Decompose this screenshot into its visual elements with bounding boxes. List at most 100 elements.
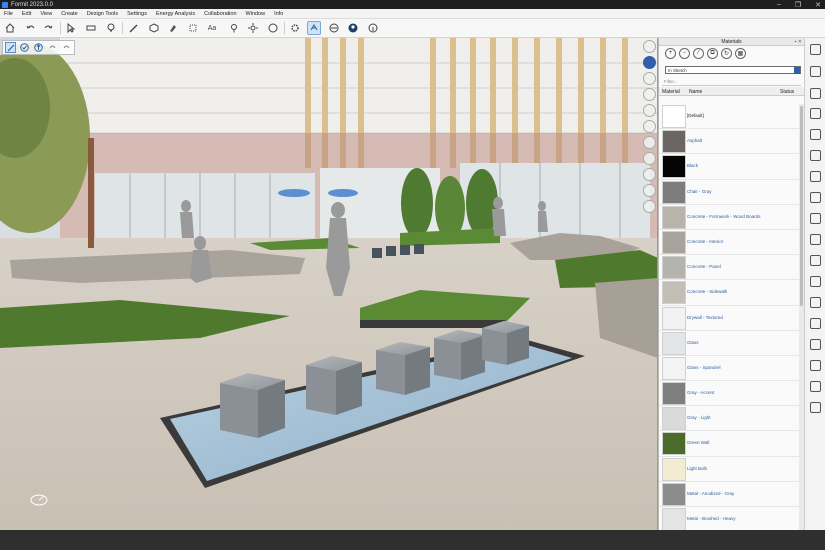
material-row[interactable]: Chair - Gray — [659, 180, 799, 205]
remove-material-icon[interactable]: − — [679, 47, 690, 59]
home-icon[interactable] — [3, 21, 17, 35]
menu-view[interactable]: View — [40, 11, 52, 17]
material-row[interactable]: Gray - Accent — [659, 381, 799, 407]
scenes-icon[interactable] — [810, 108, 821, 119]
help-icon[interactable] — [810, 381, 821, 392]
share-panel-icon[interactable] — [810, 339, 821, 350]
sketch-icon[interactable] — [810, 297, 821, 308]
col-status[interactable]: Status — [780, 89, 794, 95]
3d-viewport[interactable] — [0, 38, 658, 530]
materials-icon[interactable] — [810, 88, 821, 99]
up-arrow-circle-icon[interactable] — [33, 42, 44, 53]
user-icon[interactable] — [346, 21, 360, 35]
menu-settings[interactable]: Settings — [127, 11, 147, 17]
minimize-button[interactable]: – — [777, 1, 781, 8]
material-row[interactable]: [Default] — [659, 104, 799, 130]
properties-icon[interactable] — [810, 44, 821, 55]
viewport-redo-icon[interactable] — [61, 42, 72, 53]
cube-icon[interactable] — [147, 21, 161, 35]
paint-icon[interactable] — [166, 21, 180, 35]
render-icon[interactable] — [266, 21, 280, 35]
dynamo-icon[interactable] — [810, 192, 821, 203]
check-circle-icon[interactable] — [19, 42, 30, 53]
measure-icon[interactable] — [84, 21, 98, 35]
sun-icon[interactable] — [246, 21, 260, 35]
menu-window[interactable]: Window — [246, 11, 266, 17]
pan-nav-icon[interactable] — [642, 152, 656, 165]
menu-file[interactable]: File — [4, 11, 13, 17]
material-row[interactable]: Glass — [659, 331, 799, 356]
visual-styles-icon[interactable] — [810, 150, 821, 161]
material-row[interactable]: Concrete - Interior — [659, 230, 799, 256]
section-icon[interactable] — [186, 21, 200, 35]
undo-icon[interactable] — [24, 21, 38, 35]
zoom-fit-icon[interactable] — [642, 200, 656, 213]
layers-nav-icon[interactable] — [642, 88, 656, 101]
scene-nav-icon[interactable] — [642, 120, 656, 133]
text-icon[interactable]: Aa — [205, 21, 219, 35]
duplicate-material-icon[interactable]: ⧉ — [707, 47, 718, 59]
filter-input[interactable]: Filter... — [662, 78, 801, 86]
material-row[interactable]: Asphalt — [659, 129, 799, 155]
material-row[interactable]: Glass - Spandrel — [659, 356, 799, 382]
menu-energy-analysis[interactable]: Energy Analysis — [156, 11, 195, 17]
zoom-in-icon[interactable] — [642, 168, 656, 181]
select-icon[interactable] — [64, 21, 78, 35]
maximize-button[interactable]: ❐ — [795, 1, 801, 9]
material-row[interactable]: Concrete - Panel — [659, 255, 799, 281]
layers-icon[interactable] — [810, 66, 821, 77]
content-library-icon[interactable] — [810, 171, 821, 182]
material-row[interactable]: Metal - Brushed - Heavy — [659, 507, 799, 530]
refresh-icon[interactable]: ↻ — [721, 47, 732, 59]
info-icon[interactable] — [366, 21, 380, 35]
menu-design-tools[interactable]: Design Tools — [87, 11, 118, 17]
info-nav-icon[interactable] — [642, 56, 656, 69]
settings-icon[interactable] — [288, 21, 302, 35]
col-material[interactable]: Material — [662, 89, 680, 95]
menu-info[interactable]: Info — [274, 11, 283, 17]
panel-pin-icon[interactable]: ▪ ✕ — [795, 38, 802, 46]
library-icon[interactable]: ▦ — [735, 47, 746, 59]
material-row[interactable]: Concrete - Formwork - Wood Boards — [659, 205, 799, 230]
plugins-icon[interactable] — [810, 255, 821, 266]
view-nav-icon[interactable] — [642, 104, 656, 117]
pencil-icon[interactable] — [127, 21, 141, 35]
export-icon[interactable] — [810, 318, 821, 329]
levels-icon[interactable] — [810, 234, 821, 245]
material-row[interactable]: Black — [659, 154, 799, 180]
material-row[interactable]: Green Wall — [659, 431, 799, 457]
eyedropper-icon[interactable]: ⁄ — [693, 47, 704, 59]
notes-icon[interactable] — [810, 402, 821, 413]
cube-nav-icon[interactable] — [642, 72, 656, 85]
material-swatch — [662, 155, 686, 179]
viewport-undo-icon[interactable] — [47, 42, 58, 53]
material-row[interactable]: Metal - Anodized - Gray — [659, 482, 799, 507]
close-button[interactable]: ✕ — [815, 1, 821, 9]
library-select[interactable]: In Sketch — [665, 66, 801, 74]
menu-edit[interactable]: Edit — [22, 11, 31, 17]
share-icon[interactable] — [327, 21, 341, 35]
settings-panel-icon[interactable] — [810, 360, 821, 371]
zoom-out-icon[interactable] — [642, 184, 656, 197]
pin-icon[interactable] — [227, 21, 241, 35]
redo-icon[interactable] — [41, 21, 55, 35]
col-name[interactable]: Name — [689, 89, 702, 95]
material-row[interactable]: Light Bulb — [659, 457, 799, 482]
energy-icon[interactable] — [810, 276, 821, 287]
orbit-nav-icon[interactable] — [642, 136, 656, 149]
material-row[interactable]: Concrete - Sidewalk — [659, 280, 799, 306]
groups-icon[interactable] — [810, 129, 821, 140]
material-name: Glass — [687, 339, 699, 345]
material-row[interactable]: Drywall - Textured — [659, 306, 799, 331]
components-icon[interactable] — [810, 213, 821, 224]
material-row[interactable]: Gray - Light — [659, 406, 799, 432]
material-swatch — [662, 356, 686, 380]
bulb-icon[interactable] — [104, 21, 118, 35]
chevron-down-icon[interactable] — [794, 67, 800, 74]
orbit-icon[interactable] — [307, 21, 321, 35]
add-material-icon[interactable]: + — [665, 47, 676, 59]
menu-create[interactable]: Create — [61, 11, 78, 17]
menu-collaboration[interactable]: Collaboration — [204, 11, 236, 17]
draw-icon[interactable] — [5, 42, 16, 53]
cursor-nav-icon[interactable] — [642, 40, 656, 53]
